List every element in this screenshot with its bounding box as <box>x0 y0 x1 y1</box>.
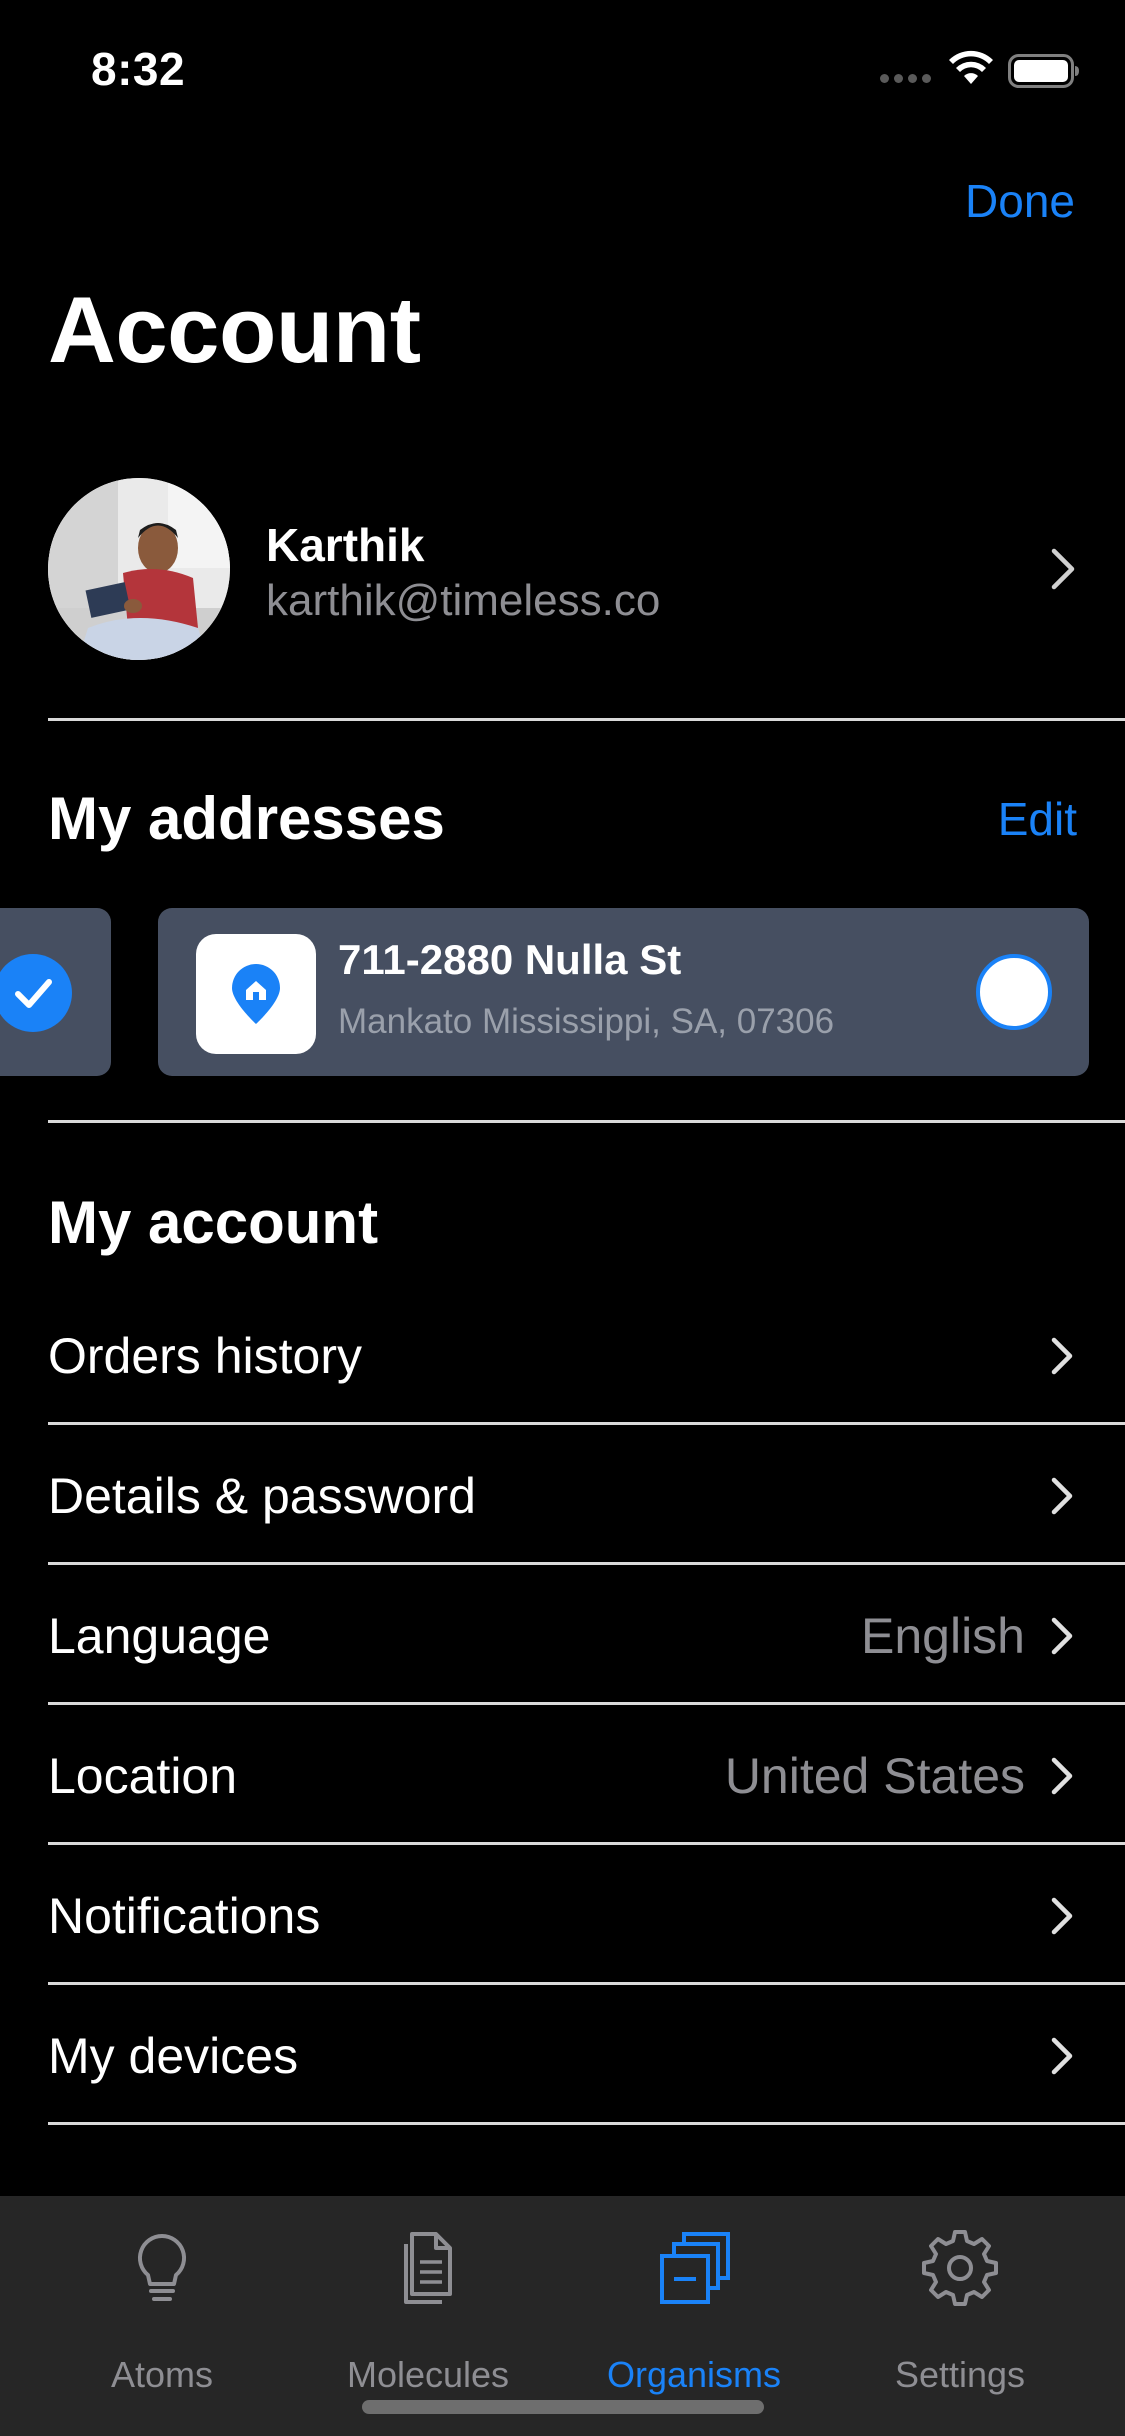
tab-label: Atoms <box>110 2354 214 2395</box>
tab-atoms[interactable]: Atoms <box>32 2196 292 2396</box>
tab-label: Organisms <box>606 2354 782 2395</box>
wifi-icon <box>949 50 993 84</box>
profile-email: karthik@timeless.co <box>266 576 661 625</box>
tab-label: Settings <box>894 2354 1026 2395</box>
edit-addresses-button[interactable]: Edit <box>998 792 1077 846</box>
document-icon <box>404 2232 452 2304</box>
address-city: Mankato Mississippi, SA, 07306 <box>338 1002 835 1041</box>
address-card[interactable]: 711-2880 Nulla St Mankato Mississippi, S… <box>158 908 1089 1076</box>
addresses-section-title: My addresses <box>48 785 445 852</box>
profile-row[interactable]: Karthik karthik@timeless.co <box>48 478 1078 660</box>
location-row[interactable]: Location United States <box>48 1705 1125 1845</box>
list-item-label: Location <box>48 1748 238 1804</box>
tab-organisms[interactable]: Organisms <box>564 2196 824 2396</box>
avatar-photo <box>48 478 230 660</box>
list-item-label: Details & password <box>48 1468 476 1524</box>
address-street: 711-2880 Nulla St <box>338 936 682 983</box>
divider <box>48 718 1125 721</box>
account-screen: 8:32 Done Account Karthik karthik@timele… <box>0 0 1125 2436</box>
language-value: English <box>861 1608 1025 1664</box>
checkmark-icon <box>15 979 52 1008</box>
divider <box>48 1120 1125 1123</box>
avatar <box>48 478 230 660</box>
status-bar: 8:32 <box>0 0 1125 140</box>
chevron-right-icon <box>1051 548 1075 590</box>
language-row[interactable]: Language English <box>48 1565 1125 1705</box>
chevron-right-icon <box>1051 2037 1073 2075</box>
details-password-row[interactable]: Details & password <box>48 1425 1125 1565</box>
tab-settings[interactable]: Settings <box>830 2196 1090 2396</box>
list-item-label: Language <box>48 1608 271 1664</box>
orders-history-row[interactable]: Orders history <box>48 1285 1125 1425</box>
chevron-right-icon <box>1051 1897 1073 1935</box>
signal-dots-icon <box>880 74 934 84</box>
chevron-right-icon <box>1051 1757 1073 1795</box>
list-item-label: Notifications <box>48 1888 321 1944</box>
tab-molecules[interactable]: Molecules <box>298 2196 558 2396</box>
list-item-label: My devices <box>48 2028 299 2084</box>
my-devices-row[interactable]: My devices <box>48 1985 1125 2125</box>
chevron-right-icon <box>1051 1477 1073 1515</box>
address-radio-button[interactable] <box>976 954 1052 1030</box>
tab-label: Molecules <box>346 2354 510 2395</box>
profile-name: Karthik <box>266 519 425 571</box>
home-pin-icon <box>232 964 280 1024</box>
stacked-cards-icon <box>660 2232 730 2304</box>
home-indicator <box>362 2400 764 2414</box>
status-time: 8:32 <box>91 43 186 95</box>
row-divider <box>48 2122 1125 2125</box>
battery-icon <box>1008 54 1079 88</box>
chevron-right-icon <box>1051 1337 1073 1375</box>
page-title: Account <box>48 277 421 382</box>
lightbulb-icon <box>137 2233 187 2301</box>
selected-address-check[interactable] <box>0 954 72 1032</box>
done-button[interactable]: Done <box>965 174 1075 228</box>
location-value: United States <box>724 1748 1025 1804</box>
chevron-right-icon <box>1051 1617 1073 1655</box>
account-section-title: My account <box>48 1189 379 1256</box>
list-item-label: Orders history <box>48 1328 362 1384</box>
notifications-row[interactable]: Notifications <box>48 1845 1125 1985</box>
address-icon-box <box>196 934 316 1054</box>
gear-icon <box>922 2230 998 2306</box>
